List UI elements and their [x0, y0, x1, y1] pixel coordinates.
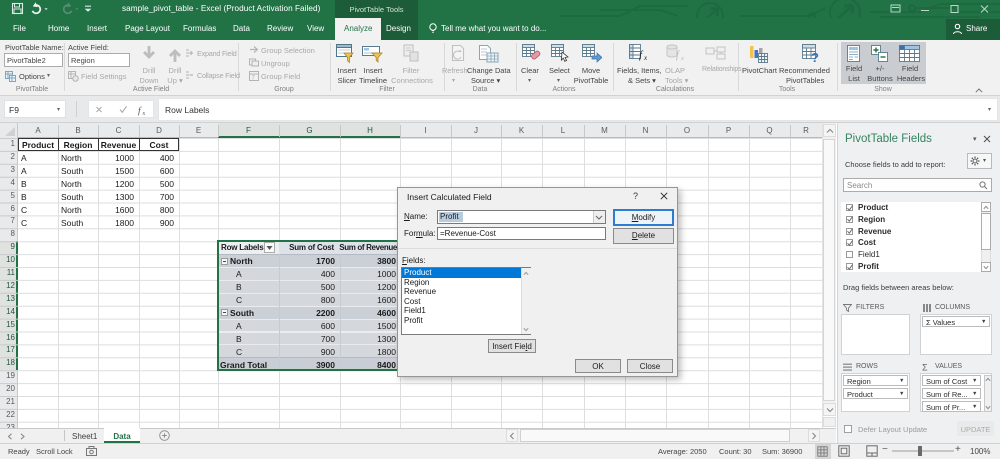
svg-text:Σ: Σ	[922, 363, 928, 371]
svg-text:x: x	[142, 111, 146, 116]
svg-text:f: f	[676, 50, 680, 61]
svg-text:f: f	[138, 106, 142, 117]
svg-text:x: x	[643, 54, 648, 62]
svg-text:x: x	[680, 55, 684, 62]
svg-text:?: ?	[811, 50, 819, 64]
